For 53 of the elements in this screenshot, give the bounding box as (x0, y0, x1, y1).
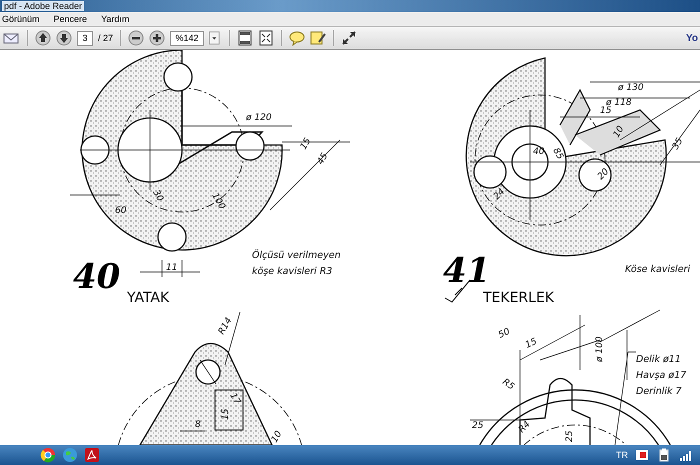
note-text: Köse kavisleri (625, 264, 690, 275)
note-text: köşe kavisleri R3 (252, 266, 332, 277)
dimension-label: 85 (550, 146, 565, 162)
zoom-field[interactable]: %142 (170, 30, 204, 46)
note-text: Ölçüsü verilmeyen (252, 250, 341, 261)
page-count: / 27 (98, 33, 114, 43)
language-indicator[interactable]: TR (616, 450, 628, 460)
figure-title: YATAK (127, 290, 170, 306)
comment-icon[interactable] (289, 30, 306, 46)
dimension-label: 11 (166, 263, 178, 273)
figure-number: 40 (73, 257, 120, 297)
dimension-label: 50 (497, 326, 512, 341)
toolbar-label: Yo (686, 32, 698, 44)
window-title: pdf - Adobe Reader (2, 1, 84, 11)
dimension-label: 17 (227, 392, 242, 406)
dimension-label: R5 (500, 377, 516, 392)
dimension-label: 15 (298, 136, 314, 152)
dimension-label: 10 (270, 430, 284, 444)
dimension-label: ø 100 (595, 336, 605, 362)
dimension-label: ø 130 (618, 83, 644, 93)
dimension-label: 30 (150, 188, 165, 204)
dimension-label: 10 (612, 124, 626, 140)
browser-icon[interactable] (40, 447, 56, 463)
caret-icon[interactable] (209, 30, 222, 46)
menu-item[interactable]: Yardım (101, 14, 130, 24)
note-text: Havşa ø17 (636, 370, 686, 381)
menu-item[interactable]: Pencere (54, 14, 88, 24)
dimension-label: 15 (600, 106, 612, 116)
figure-number: 41 (443, 251, 490, 291)
note-text: Derinlik 7 (636, 386, 682, 397)
dimension-label: ø 120 (246, 113, 272, 123)
fit-page-icon[interactable] (237, 30, 254, 46)
expand-icon[interactable] (341, 30, 358, 46)
dimension-label: 8 (195, 420, 201, 430)
sticky-note-icon[interactable] (310, 30, 326, 46)
page-number-field[interactable]: 3 (77, 30, 93, 46)
dimension-label: 35 (670, 136, 686, 152)
dimension-label: 24 (492, 186, 508, 202)
dimension-label: 25 (565, 430, 575, 442)
globe-icon[interactable] (62, 447, 78, 463)
menu-item[interactable]: Görünüm (2, 14, 40, 24)
zoom-in-icon[interactable] (149, 30, 166, 46)
dimension-label: 15 (221, 408, 231, 420)
zoom-out-icon[interactable] (128, 30, 144, 46)
dimension-label: 20 (596, 166, 612, 182)
figure-title: TEKERLEK (483, 290, 554, 306)
pdf-app-icon[interactable] (84, 447, 100, 463)
note-text: Delik ø11 (636, 354, 681, 365)
dimension-label: ø 118 (606, 98, 632, 108)
dimension-label: 25 (472, 421, 484, 431)
dimension-label: 60 (115, 206, 126, 216)
fit-width-icon[interactable] (258, 30, 274, 46)
dimension-label: 15 (524, 336, 539, 351)
